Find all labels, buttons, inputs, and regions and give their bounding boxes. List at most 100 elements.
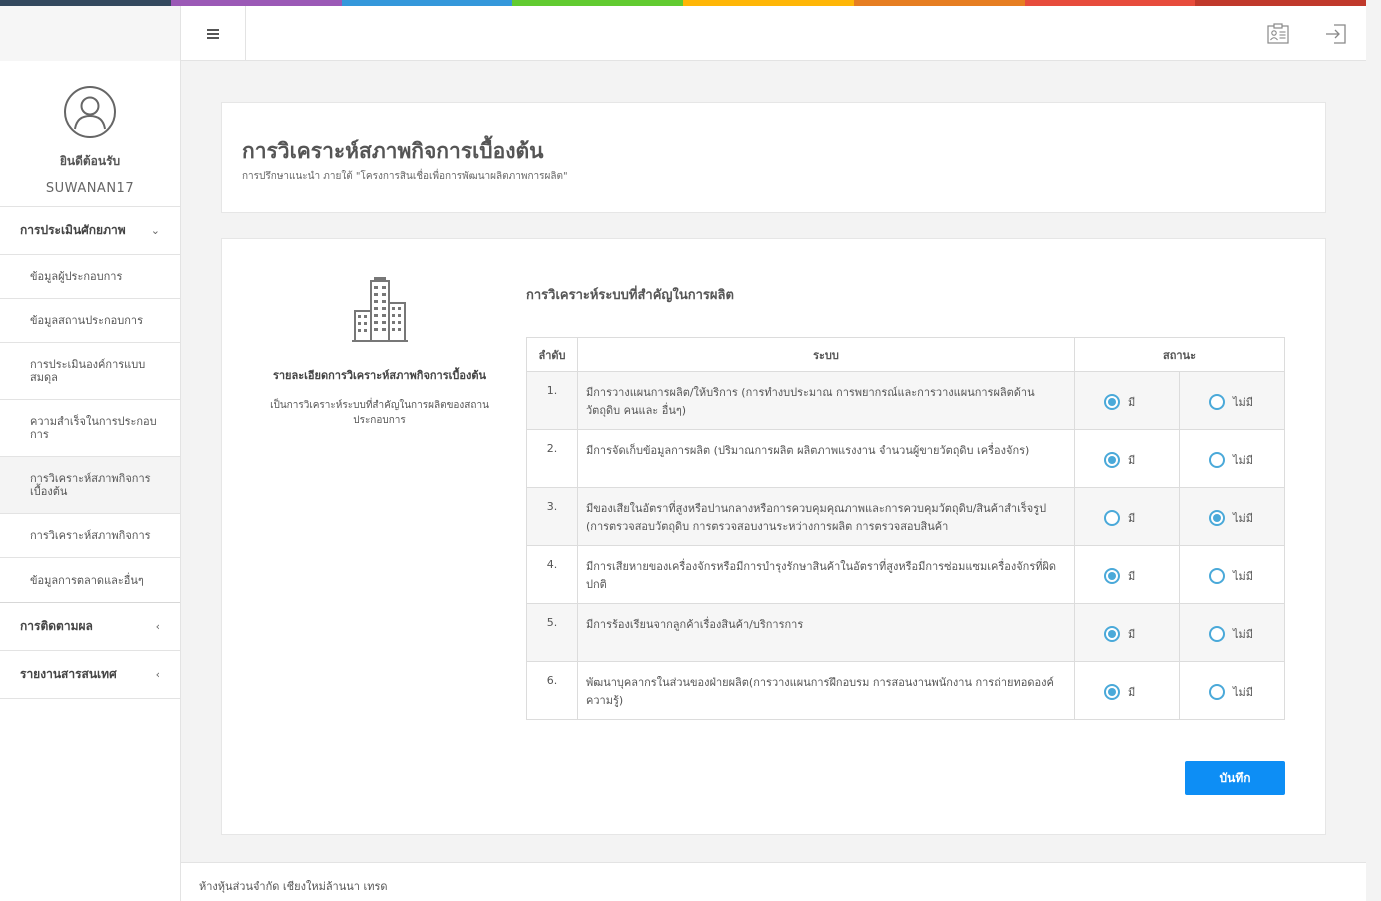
row-number: 1. [526,371,578,430]
nav-item-balanced-scorecard[interactable]: การประเมินองค์การแบบสมดุล [0,343,180,400]
yes-radio-option[interactable]: มี [1075,681,1179,701]
radio-button-yes[interactable] [1104,451,1120,468]
detail-title: รายละเอียดการวิเคราะห์สภาพกิจการเบื้องต้… [272,369,487,382]
nav-group-assessment[interactable]: การประเมินศักยภาพ ⌄ [0,207,180,255]
no-option-cell: ไม่มี [1179,371,1285,430]
column-header-system: ระบบ [577,337,1075,372]
radio-button-no[interactable] [1209,567,1225,584]
assessment-submenu: ข้อมูลผู้ประกอบการ ข้อมูลสถานประกอบการ ก… [0,255,180,603]
nav-item-business-analysis[interactable]: การวิเคราะห์สภาพกิจการ [0,514,180,558]
brand-area [0,6,181,61]
nav-group-label: การประเมินศักยภาพ [20,223,126,237]
no-label: ไม่มี [1233,453,1254,467]
nav-item-entrepreneur-info[interactable]: ข้อมูลผู้ประกอบการ [0,255,180,299]
radio-button-yes[interactable] [1104,393,1120,410]
nav-item-label: การวิเคราะห์สภาพกิจการเบื้องต้น [30,472,151,498]
menu-toggle-button[interactable] [181,6,246,61]
page-header-panel: การวิเคราะห์สภาพกิจการเบื้องต้น การปรึกษ… [221,102,1326,213]
table-row: 3. มีของเสียในอัตราที่สูงหรือปานกลางหรือก… [526,487,1285,546]
no-radio-option[interactable]: ไม่มี [1180,681,1284,701]
no-option-cell: ไม่มี [1179,429,1285,488]
no-radio-option[interactable]: ไม่มี [1180,507,1284,527]
yes-option-cell: มี [1074,545,1180,604]
top-header [0,6,1366,61]
yes-radio-option[interactable]: มี [1075,623,1179,643]
no-option-cell: ไม่มี [1179,487,1285,546]
no-radio-option[interactable]: ไม่มี [1180,449,1284,469]
yes-label: มี [1128,685,1136,699]
nav-item-preliminary-analysis[interactable]: การวิเคราะห์สภาพกิจการเบื้องต้น [0,457,180,514]
nav-group-follow-up[interactable]: การติดตามผล ‹ [0,603,180,651]
nav-item-business-success[interactable]: ความสำเร็จในการประกอบการ [0,400,180,457]
nav-item-label: การประเมินองค์การแบบสมดุล [30,358,146,384]
chevron-left-icon: ‹ [155,668,160,681]
nav-group-label: การติดตามผล [20,619,93,633]
row-system-text: มีการเสียหายของเครื่องจักรหรือมีการบำรุง… [577,545,1075,604]
page-title: การวิเคราะห์สภาพกิจการเบื้องต้น [242,139,544,163]
yes-radio-option[interactable]: มี [1075,449,1179,469]
nav-item-label: ข้อมูลผู้ประกอบการ [30,270,123,283]
no-label: ไม่มี [1233,569,1254,583]
nav-group-label: รายงานสารสนเทศ [20,667,117,681]
table-row: 2. มีการจัดเก็บข้อมูลการผลิต (ปริมาณการผล… [526,429,1285,488]
yes-option-cell: มี [1074,661,1180,720]
save-button[interactable]: บันทึก [1185,761,1285,795]
detail-column: รายละเอียดการวิเคราะห์สภาพกิจการเบื้องต้… [252,277,507,428]
page-subtitle: การปรึกษาแนะนำ ภายใต้ "โครงการสินเชื่อเพ… [242,171,568,182]
yes-radio-option[interactable]: มี [1075,391,1179,411]
no-radio-option[interactable]: ไม่มี [1180,565,1284,585]
nav-group-reports[interactable]: รายงานสารสนเทศ ‹ [0,651,180,699]
yes-option-cell: มี [1074,371,1180,430]
row-number: 6. [526,661,578,720]
id-card-icon[interactable] [1266,22,1290,46]
radio-button-no[interactable] [1209,683,1225,700]
radio-button-yes[interactable] [1104,567,1120,584]
table-header-row: ลำดับ ระบบ สถานะ [526,337,1285,372]
yes-label: มี [1128,453,1136,467]
nav-item-marketing-info[interactable]: ข้อมูลการตลาดและอื่นๆ [0,558,180,602]
user-avatar-icon [64,86,116,138]
yes-label: มี [1128,395,1136,409]
chevron-down-icon: ⌄ [150,224,160,237]
row-system-text: มีการวางแผนการผลิต/ให้บริการ (การทำงบประ… [577,371,1075,430]
no-option-cell: ไม่มี [1179,661,1285,720]
no-radio-option[interactable]: ไม่มี [1180,391,1284,411]
yes-label: มี [1128,569,1136,583]
table-row: 1. มีการวางแผนการผลิต/ให้บริการ (การทำงบป… [526,371,1285,430]
radio-button-no[interactable] [1209,509,1225,526]
radio-button-yes[interactable] [1104,625,1120,642]
user-profile: ยินดีต้อนรับ SUWANAN17 [0,61,180,207]
hamburger-icon [207,28,219,39]
yes-label: มี [1128,627,1136,641]
system-analysis-table: ลำดับ ระบบ สถานะ 1. มีการวางแผนการผลิต/ให… [526,337,1285,720]
radio-button-no[interactable] [1209,451,1225,468]
yes-radio-option[interactable]: มี [1075,507,1179,527]
column-header-status: สถานะ [1074,337,1285,372]
no-label: ไม่มี [1233,685,1254,699]
yes-label: มี [1128,511,1136,525]
footer-company: ห้างหุ้นส่วนจำกัด เชียงใหม่ล้านนา เทรด [199,880,388,893]
radio-button-yes[interactable] [1104,683,1120,700]
username: SUWANAN17 [45,181,135,196]
no-label: ไม่มี [1233,395,1254,409]
yes-option-cell: มี [1074,487,1180,546]
radio-button-no[interactable] [1209,625,1225,642]
footer: ห้างหุ้นส่วนจำกัด เชียงใหม่ล้านนา เทรด [181,862,1366,901]
row-system-text: มีการร้องเรียนจากลูกค้าเรื่องสินค้า/บริก… [577,603,1075,662]
no-label: ไม่มี [1233,627,1254,641]
no-radio-option[interactable]: ไม่มี [1180,623,1284,643]
yes-option-cell: มี [1074,603,1180,662]
radio-button-no[interactable] [1209,393,1225,410]
logout-icon[interactable] [1324,22,1348,46]
nav-item-label: ข้อมูลการตลาดและอื่นๆ [30,573,144,587]
nav-item-establishment-info[interactable]: ข้อมูลสถานประกอบการ [0,299,180,343]
building-icon [351,277,408,342]
sidebar: ยินดีต้อนรับ SUWANAN17 การประเมินศักยภาพ… [0,61,181,901]
no-option-cell: ไม่มี [1179,603,1285,662]
table-row: 4. มีการเสียหายของเครื่องจักรหรือมีการบำร… [526,545,1285,604]
yes-option-cell: มี [1074,429,1180,488]
radio-button-yes[interactable] [1104,509,1120,526]
row-number: 5. [526,603,578,662]
column-header-order: ลำดับ [526,337,578,372]
yes-radio-option[interactable]: มี [1075,565,1179,585]
